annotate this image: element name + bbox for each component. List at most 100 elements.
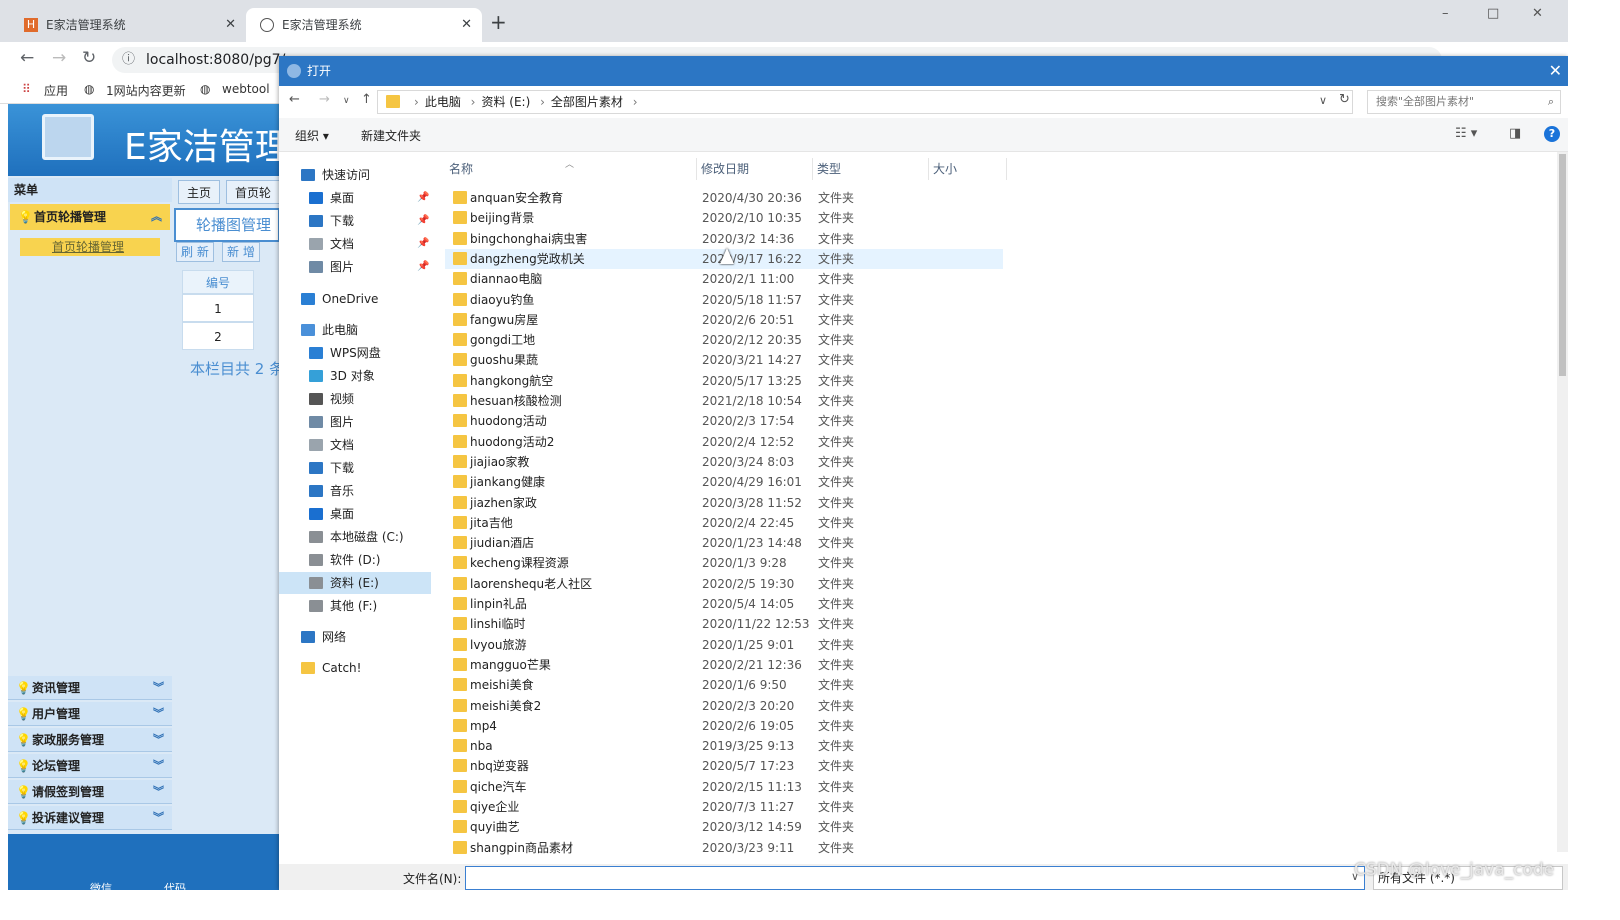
organize-button[interactable]: 组织 ▾ (295, 127, 329, 144)
bookmark-site-update[interactable]: 1网站内容更新 (106, 82, 186, 99)
folder-row[interactable]: beijing背景 2020/2/10 10:35 文件夹 (445, 208, 1003, 228)
folder-row[interactable]: qiye企业 2020/7/3 11:27 文件夹 (445, 797, 1003, 817)
folder-row[interactable]: meishi美食 2020/1/6 9:50 文件夹 (445, 675, 1003, 695)
folder-row[interactable]: shangpin商品素材 2020/3/23 9:11 文件夹 (445, 838, 1003, 858)
menu-item-complaints[interactable]: 💡 投诉建议管理 ︾ (8, 806, 172, 830)
nav-item[interactable]: 本地磁盘 (C:) (279, 526, 431, 548)
refresh-button[interactable]: 刷 新 (176, 242, 214, 262)
reload-button[interactable]: ↻ (82, 48, 96, 68)
pin-icon[interactable]: 📌 (417, 256, 429, 278)
folder-row[interactable]: lvyou旅游 2020/1/25 9:01 文件夹 (445, 635, 1003, 655)
folder-row[interactable]: diannao电脑 2020/2/1 11:00 文件夹 (445, 269, 1003, 289)
scrollbar-thumb[interactable] (1559, 154, 1566, 376)
add-button[interactable]: 新 增 (222, 242, 260, 262)
folder-row[interactable]: gongdi工地 2020/2/12 20:35 文件夹 (445, 330, 1003, 350)
nav-item[interactable]: OneDrive (279, 288, 431, 310)
back-button[interactable]: ← (289, 92, 300, 107)
column-date[interactable]: 修改日期 (697, 158, 813, 180)
nav-item[interactable]: 视频 (279, 388, 431, 410)
nav-item[interactable]: 文档 📌 (279, 233, 431, 255)
folder-row[interactable]: bingchonghai病虫害 2020/3/2 14:36 文件夹 (445, 229, 1003, 249)
menu-item-users[interactable]: 💡 用户管理 ︾ (8, 702, 172, 726)
column-size[interactable]: 大小 (929, 158, 1007, 180)
folder-row[interactable]: huodong活动2 2020/2/4 12:52 文件夹 (445, 432, 1003, 452)
submenu-carousel-link[interactable]: 首页轮播管理 (20, 238, 160, 256)
folder-row[interactable]: jiudian酒店 2020/1/23 14:48 文件夹 (445, 533, 1003, 553)
menu-item-carousel[interactable]: 💡 首页轮播管理 ︽ (10, 204, 170, 230)
nav-item[interactable]: 下载 📌 (279, 210, 431, 232)
folder-row[interactable]: qiche汽车 2020/2/15 11:13 文件夹 (445, 777, 1003, 797)
tab-close-icon[interactable]: ✕ (461, 8, 472, 42)
pin-icon[interactable]: 📌 (417, 233, 429, 255)
nav-item[interactable]: 桌面 (279, 503, 431, 525)
nav-item[interactable]: 其他 (F:) (279, 595, 431, 617)
menu-item-news[interactable]: 💡 资讯管理 ︾ (8, 676, 172, 700)
info-icon[interactable]: ⓘ (122, 47, 135, 73)
forward-button[interactable]: → (319, 92, 330, 107)
folder-row[interactable]: linshi临时 2020/11/22 12:53 文件夹 (445, 614, 1003, 634)
folder-row[interactable]: hangkong航空 2020/5/17 13:25 文件夹 (445, 371, 1003, 391)
new-tab-button[interactable]: + (490, 10, 507, 34)
browser-tab-1[interactable]: H E家洁管理系统 ✕ (10, 8, 246, 42)
menu-item-forum[interactable]: 💡 论坛管理 ︾ (8, 754, 172, 778)
folder-row[interactable]: mp4 2020/2/6 19:05 文件夹 (445, 716, 1003, 736)
bookmark-webtool[interactable]: webtool (222, 82, 270, 96)
folder-row[interactable]: linpin礼品 2020/5/4 14:05 文件夹 (445, 594, 1003, 614)
folder-row[interactable]: fangwu房屋 2020/2/6 20:51 文件夹 (445, 310, 1003, 330)
scrollbar[interactable] (1557, 152, 1568, 852)
tab-close-icon[interactable]: ✕ (225, 8, 236, 42)
folder-row[interactable]: mangguo芒果 2020/2/21 12:36 文件夹 (445, 655, 1003, 675)
nav-item[interactable]: 资料 (E:) (279, 572, 431, 594)
menu-item-housekeeping[interactable]: 💡 家政服务管理 ︾ (8, 728, 172, 752)
nav-item[interactable]: WPS网盘 (279, 342, 431, 364)
refresh-icon[interactable]: ↻ (1339, 92, 1350, 107)
folder-row[interactable]: jita吉他 2020/2/4 22:45 文件夹 (445, 513, 1003, 533)
dialog-close-button[interactable]: ✕ (1549, 56, 1562, 86)
window-close-button[interactable]: ✕ (1532, 6, 1543, 21)
breadcrumb-item[interactable]: 全部图片素材 (551, 95, 623, 109)
maximize-button[interactable]: □ (1487, 6, 1499, 21)
tab-carousel[interactable]: 首页轮播 (226, 180, 280, 224)
table-row[interactable]: 1 (182, 294, 254, 322)
nav-item[interactable]: 网络 (279, 626, 431, 648)
new-folder-button[interactable]: 新建文件夹 (361, 127, 421, 144)
nav-item[interactable]: 图片 (279, 411, 431, 433)
filename-input[interactable] (465, 866, 1365, 890)
nav-item[interactable]: 桌面 📌 (279, 187, 431, 209)
nav-item[interactable]: 此电脑 (279, 319, 431, 341)
forward-button[interactable]: → (52, 48, 66, 68)
nav-item[interactable]: 图片 📌 (279, 256, 431, 278)
nav-item[interactable]: Catch! (279, 657, 431, 679)
nav-item[interactable]: 下载 (279, 457, 431, 479)
bookmark-apps[interactable]: 应用 (44, 82, 68, 99)
minimize-button[interactable]: – (1442, 6, 1449, 21)
folder-row[interactable]: hesuan核酸检测 2021/2/18 10:54 文件夹 (445, 391, 1003, 411)
folder-row[interactable]: jiankang健康 2020/4/29 16:01 文件夹 (445, 472, 1003, 492)
folder-row[interactable]: huodong活动 2020/2/3 17:54 文件夹 (445, 411, 1003, 431)
folder-row[interactable]: diaoyu钓鱼 2020/5/18 11:57 文件夹 (445, 290, 1003, 310)
menu-item-leave[interactable]: 💡 请假签到管理 ︾ (8, 780, 172, 804)
column-type[interactable]: 类型 (813, 158, 929, 180)
folder-row[interactable]: nbq逆变器 2020/5/7 17:23 文件夹 (445, 756, 1003, 776)
pin-icon[interactable]: 📌 (417, 187, 429, 209)
up-button[interactable]: ↑ (361, 92, 372, 107)
tab-home[interactable]: 主页 (178, 180, 221, 204)
breadcrumb-item[interactable]: 资料 (E:) (481, 95, 530, 109)
folder-row[interactable]: jiazhen家政 2020/3/28 11:52 文件夹 (445, 493, 1003, 513)
nav-item[interactable]: 音乐 (279, 480, 431, 502)
search-input[interactable]: 搜索"全部图片素材" ⌕ (1367, 90, 1561, 114)
preview-pane-icon[interactable]: ◨ (1509, 126, 1521, 141)
pin-icon[interactable]: 📌 (417, 210, 429, 232)
nav-item[interactable]: 软件 (D:) (279, 549, 431, 571)
nav-item[interactable]: 快速访问 (279, 164, 431, 186)
folder-row[interactable]: meishi美食2 2020/2/3 20:20 文件夹 (445, 696, 1003, 716)
folder-row[interactable]: nba 2019/3/25 9:13 文件夹 (445, 736, 1003, 756)
back-button[interactable]: ← (20, 48, 34, 68)
folder-row[interactable]: quyi曲艺 2020/3/12 14:59 文件夹 (445, 817, 1003, 837)
chevron-down-icon[interactable]: ∨ (1319, 94, 1327, 107)
recent-chevron-icon[interactable]: ∨ (343, 96, 350, 106)
table-row[interactable]: 2 (182, 322, 254, 350)
folder-row[interactable]: laorenshequ老人社区 2020/2/5 19:30 文件夹 (445, 574, 1003, 594)
nav-item[interactable]: 3D 对象 (279, 365, 431, 387)
folder-row[interactable]: anquan安全教育 2020/4/30 20:36 文件夹 (445, 188, 1003, 208)
